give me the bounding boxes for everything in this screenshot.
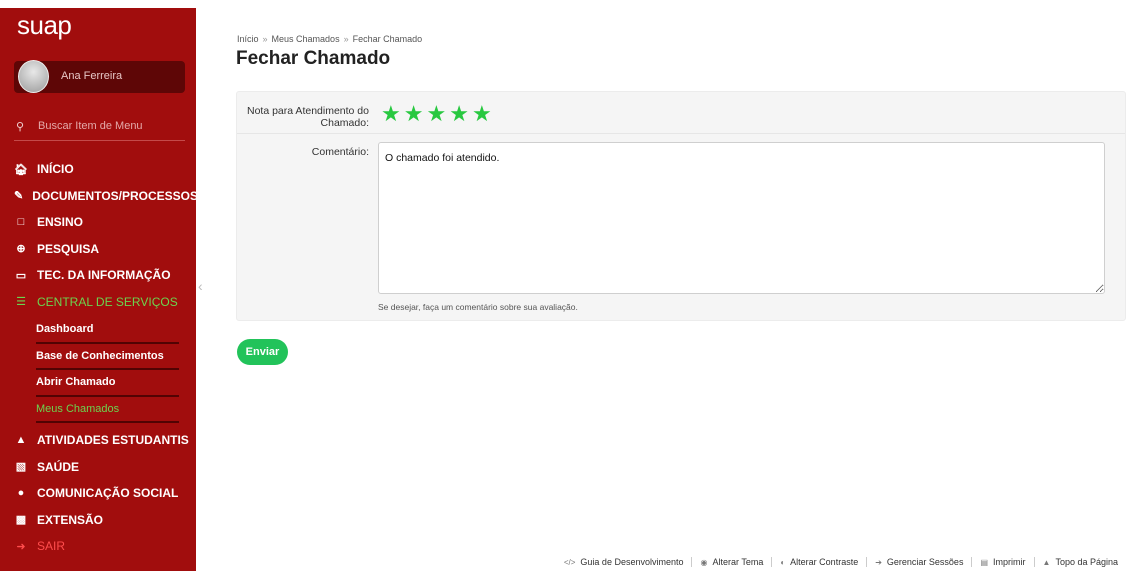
sidebar-item-pesquisa[interactable]: ⊕ PESQUISA: [0, 236, 196, 263]
menu-search-input[interactable]: [38, 120, 178, 132]
user-name: Ana Ferreira: [61, 70, 123, 82]
footer-link-label: Topo da Página: [1055, 557, 1118, 567]
comment-help-text: Se desejar, faça um comentário sobre sua…: [378, 302, 578, 312]
sidebar-item-ensino[interactable]: □ ENSINO: [0, 209, 196, 236]
footer-link-label: Imprimir: [993, 557, 1026, 567]
sidebar-item-sair[interactable]: ➜ SAIR: [0, 533, 196, 560]
sidebar: suap Ana Ferreira ⚲ 🏠︎ INÍCIO ✎ DOCUMENT…: [0, 8, 199, 571]
footer-link-label: Guia de Desenvolvimento: [580, 557, 684, 567]
sidebar-item-central-servicos[interactable]: ☰ CENTRAL DE SERVIÇOS: [0, 289, 196, 316]
sidebar-item-label: PESQUISA: [37, 241, 100, 256]
breadcrumb-separator: »: [343, 34, 349, 44]
sidebar-item-label: CENTRAL DE SERVIÇOS: [37, 294, 178, 309]
breadcrumb-item-current: Fechar Chamado: [352, 34, 423, 44]
sidebar-item-saude[interactable]: ▧ SAÚDE: [0, 454, 196, 481]
submenu-item-meus-chamados[interactable]: Meus Chamados: [36, 397, 179, 423]
sidebar-item-label: EXTENSÃO: [37, 512, 104, 527]
comment-textarea[interactable]: O chamado foi atendido.: [378, 142, 1105, 294]
footer-link-topo[interactable]: ▲ Topo da Página: [1033, 557, 1126, 567]
list-icon: ☰: [16, 296, 26, 309]
footer-link-contraste[interactable]: ◐ Alterar Contraste: [771, 557, 866, 567]
sidebar-item-label: ATIVIDADES ESTUDANTIS: [37, 433, 189, 448]
submenu-item-dashboard[interactable]: Dashboard: [36, 317, 179, 344]
teaching-icon: □: [17, 216, 25, 229]
globe-icon: ⊕: [16, 243, 26, 256]
print-icon: ▤: [980, 557, 989, 567]
app-root: suap Ana Ferreira ⚲ 🏠︎ INÍCIO ✎ DOCUMENT…: [0, 0, 1134, 571]
sidebar-item-label: TEC. DA INFORMAÇÃO: [37, 268, 171, 283]
sidebar-item-documentos[interactable]: ✎ DOCUMENTOS/PROCESSOS: [0, 183, 199, 210]
briefcase-icon: ▩: [15, 514, 27, 527]
home-icon: 🏠︎: [14, 163, 28, 176]
collapse-sidebar-chevron-icon[interactable]: ‹: [198, 278, 203, 294]
footer-link-tema[interactable]: ◉ Alterar Tema: [691, 557, 771, 567]
code-icon: </>: [563, 557, 576, 567]
star-icon[interactable]: ★: [426, 103, 446, 125]
sidebar-item-comunicacao-social[interactable]: ● COMUNICAÇÃO SOCIAL: [0, 480, 196, 507]
footer-link-label: Gerenciar Sessões: [886, 557, 964, 567]
sign-out-icon: ➜: [16, 540, 26, 553]
documents-icon: ✎: [14, 190, 24, 203]
chat-icon: ●: [17, 487, 25, 500]
sidebar-item-label: COMUNICAÇÃO SOCIAL: [37, 486, 179, 501]
page-title: Fechar Chamado: [236, 48, 391, 69]
palette-icon: ◉: [700, 557, 708, 567]
footer-link-label: Alterar Tema: [712, 557, 764, 567]
breadcrumb: Início» Meus Chamados» Fechar Chamado: [237, 34, 422, 44]
breadcrumb-item-inicio[interactable]: Início: [237, 34, 259, 44]
health-icon: ▧: [15, 461, 27, 474]
footer-link-sessoes[interactable]: ➔ Gerenciar Sessões: [866, 557, 971, 567]
suap-logo[interactable]: suap: [17, 10, 72, 41]
laptop-icon: ▭: [15, 269, 27, 282]
footer-link-guia[interactable]: </> Guia de Desenvolvimento: [556, 557, 692, 567]
form-divider: [237, 133, 1125, 134]
breadcrumb-item-meus-chamados[interactable]: Meus Chamados: [272, 34, 340, 44]
sidebar-item-inicio[interactable]: 🏠︎ INÍCIO: [0, 156, 196, 183]
rating-row: Nota para Atendimento do Chamado: ★ ★ ★ …: [237, 100, 1125, 136]
submenu-item-abrir-chamado[interactable]: Abrir Chamado: [36, 370, 179, 397]
search-icon: ⚲: [16, 121, 25, 133]
breadcrumb-separator: »: [262, 34, 268, 44]
star-icon[interactable]: ★: [404, 103, 424, 125]
graduation-icon: ▲: [15, 434, 27, 447]
avatar: [18, 60, 49, 93]
contrast-icon: ◐: [780, 557, 786, 567]
star-icon[interactable]: ★: [472, 103, 492, 125]
arrow-up-icon: ▲: [1042, 557, 1051, 567]
sidebar-item-label: INÍCIO: [37, 162, 74, 177]
footer-link-imprimir[interactable]: ▤ Imprimir: [971, 557, 1033, 567]
sidebar-item-label: DOCUMENTOS/PROCESSOS: [32, 188, 199, 203]
user-profile[interactable]: Ana Ferreira: [14, 60, 185, 93]
sidebar-item-atividades-estudantis[interactable]: ▲ ATIVIDADES ESTUDANTIS: [0, 427, 196, 454]
star-icon[interactable]: ★: [449, 103, 469, 125]
sign-in-icon: ➔: [875, 557, 882, 567]
submit-button[interactable]: Enviar: [237, 339, 288, 365]
sidebar-item-extensao[interactable]: ▩ EXTENSÃO: [0, 507, 196, 534]
comment-label: Comentário:: [311, 146, 369, 158]
sidebar-menu: 🏠︎ INÍCIO ✎ DOCUMENTOS/PROCESSOS □ ENSIN…: [0, 156, 199, 560]
star-rating[interactable]: ★ ★ ★ ★ ★: [381, 103, 492, 125]
sidebar-item-label: SAIR: [37, 539, 66, 554]
rating-label: Nota para Atendimento do Chamado:: [246, 105, 369, 129]
footer-link-label: Alterar Contraste: [790, 557, 859, 567]
star-icon[interactable]: ★: [381, 103, 401, 125]
sidebar-item-label: ENSINO: [37, 215, 84, 230]
sidebar-item-tec-informacao[interactable]: ▭ TEC. DA INFORMAÇÃO: [0, 262, 196, 289]
submenu-item-base-conhecimentos[interactable]: Base de Conhecimentos: [36, 344, 179, 370]
sidebar-item-label: SAÚDE: [37, 459, 80, 474]
close-ticket-form: Nota para Atendimento do Chamado: ★ ★ ★ …: [236, 91, 1126, 321]
menu-search: ⚲: [14, 116, 185, 141]
central-servicos-submenu: Dashboard Base de Conhecimentos Abrir Ch…: [0, 315, 196, 427]
footer-links: </> Guia de Desenvolvimento ◉ Alterar Te…: [556, 557, 1126, 567]
